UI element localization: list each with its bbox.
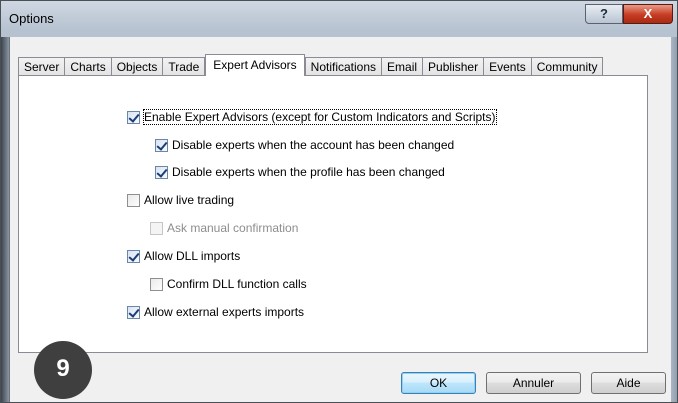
tab-charts[interactable]: Charts (64, 57, 112, 76)
enable-experts-label: Enable Expert Advisors (except for Custo… (143, 109, 497, 125)
tab-email[interactable]: Email (381, 57, 424, 76)
allow-dll-imports-checkbox[interactable] (127, 249, 140, 263)
disable-profile-change-option[interactable]: Disable experts when the profile has bee… (155, 164, 445, 180)
ask-manual-confirmation-option: Ask manual confirmation (150, 220, 298, 236)
tab-trade[interactable]: Trade (162, 57, 206, 76)
title-bar[interactable]: Options ? X (1, 1, 677, 37)
disable-account-change-label: Disable experts when the account has bee… (172, 138, 455, 152)
disable-profile-change-label: Disable experts when the profile has bee… (172, 165, 445, 179)
tab-expert-advisors[interactable]: Expert Advisors (205, 54, 305, 76)
enable-experts-option[interactable]: Enable Expert Advisors (except for Custo… (127, 109, 497, 125)
enable-experts-checkbox[interactable] (127, 110, 140, 124)
step-number-badge: 9 (34, 341, 92, 399)
tab-publisher[interactable]: Publisher (422, 57, 485, 76)
expert-advisors-panel: Enable Expert Advisors (except for Custo… (18, 75, 648, 353)
disable-account-change-option[interactable]: Disable experts when the account has bee… (155, 137, 454, 153)
ask-manual-confirmation-label: Ask manual confirmation (167, 221, 299, 235)
allow-external-imports-label: Allow external experts imports (144, 305, 305, 319)
tab-objects[interactable]: Objects (110, 57, 164, 76)
allow-dll-imports-label: Allow DLL imports (144, 249, 241, 263)
help-icon[interactable]: ? (585, 4, 623, 24)
tab-notifications[interactable]: Notifications (304, 57, 383, 76)
disable-account-change-checkbox[interactable] (155, 138, 168, 152)
tab-events[interactable]: Events (483, 57, 532, 76)
allow-live-trading-checkbox[interactable] (127, 193, 140, 207)
allow-live-trading-label: Allow live trading (144, 193, 235, 207)
help-button[interactable]: Aide (591, 372, 666, 394)
tab-community[interactable]: Community (530, 57, 604, 76)
close-icon[interactable]: X (623, 4, 673, 24)
allow-dll-imports-option[interactable]: Allow DLL imports (127, 248, 240, 264)
disable-profile-change-checkbox[interactable] (155, 165, 168, 179)
allow-external-imports-checkbox[interactable] (127, 305, 140, 319)
cancel-button[interactable]: Annuler (486, 372, 581, 394)
window-left-border (1, 37, 9, 402)
confirm-dll-calls-label: Confirm DLL function calls (167, 277, 307, 291)
allow-external-imports-option[interactable]: Allow external experts imports (127, 304, 304, 320)
allow-live-trading-option[interactable]: Allow live trading (127, 192, 234, 208)
window-title: Options (9, 11, 54, 26)
tab-server[interactable]: Server (18, 57, 66, 76)
window-right-border (671, 37, 677, 402)
confirm-dll-calls-option[interactable]: Confirm DLL function calls (150, 276, 307, 292)
ok-button[interactable]: OK (401, 372, 476, 394)
ask-manual-confirmation-checkbox (150, 221, 163, 235)
tab-strip: Server Charts Objects Trade Expert Advis… (18, 54, 604, 76)
options-dialog: Options ? X Server Charts Objects Trade … (0, 0, 678, 403)
confirm-dll-calls-checkbox[interactable] (150, 277, 163, 291)
